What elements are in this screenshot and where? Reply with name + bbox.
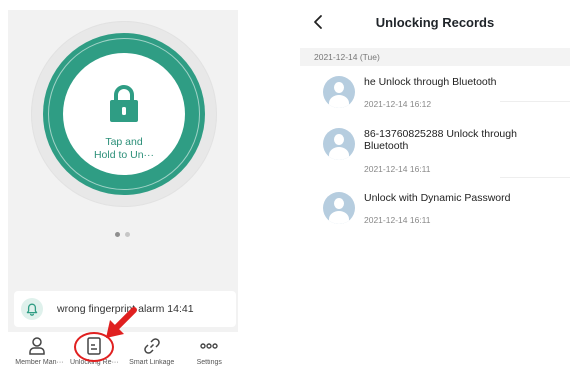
bell-icon bbox=[21, 298, 43, 320]
page-dot bbox=[125, 232, 130, 237]
record-time: 2021-12-14 16:12 bbox=[364, 99, 432, 109]
record-message: Unlock with Dynamic Password bbox=[364, 192, 511, 204]
unlock-area: Tap and Hold to Un··· bbox=[8, 10, 238, 290]
page-dot-active bbox=[115, 232, 120, 237]
record-message: he Unlock through Bluetooth bbox=[364, 76, 497, 88]
date-group-header: 2021-12-14 (Tue) bbox=[300, 48, 570, 66]
tab-member-management[interactable]: Member Man··· bbox=[8, 332, 66, 372]
avatar bbox=[323, 128, 355, 160]
avatar bbox=[323, 76, 355, 108]
padlock-icon bbox=[110, 85, 138, 122]
record-message: 86-13760825288 Unlock through Bluetooth bbox=[364, 128, 517, 152]
divider bbox=[500, 101, 570, 102]
page-title: Unlocking Records bbox=[375, 15, 495, 30]
divider bbox=[500, 177, 570, 178]
tab-label-smart-linkage: Smart Linkage bbox=[129, 359, 175, 366]
page-indicator bbox=[115, 232, 130, 237]
red-pointer-arrow-icon bbox=[106, 307, 137, 338]
tab-label-settings: Settings bbox=[196, 359, 222, 366]
avatar bbox=[323, 192, 355, 224]
link-icon bbox=[143, 338, 160, 354]
unlocking-records-screen: Unlocking Records 2021-12-14 (Tue) he Un… bbox=[300, 0, 570, 381]
tab-settings[interactable]: Settings bbox=[181, 332, 239, 372]
more-icon bbox=[200, 343, 218, 349]
tap-hold-label: Tap and Hold to Un··· bbox=[93, 136, 155, 161]
person-icon bbox=[29, 337, 45, 355]
tab-label-member: Member Man··· bbox=[15, 359, 64, 366]
record-time: 2021-12-14 16:11 bbox=[364, 215, 431, 225]
record-time: 2021-12-14 16:11 bbox=[364, 164, 431, 174]
